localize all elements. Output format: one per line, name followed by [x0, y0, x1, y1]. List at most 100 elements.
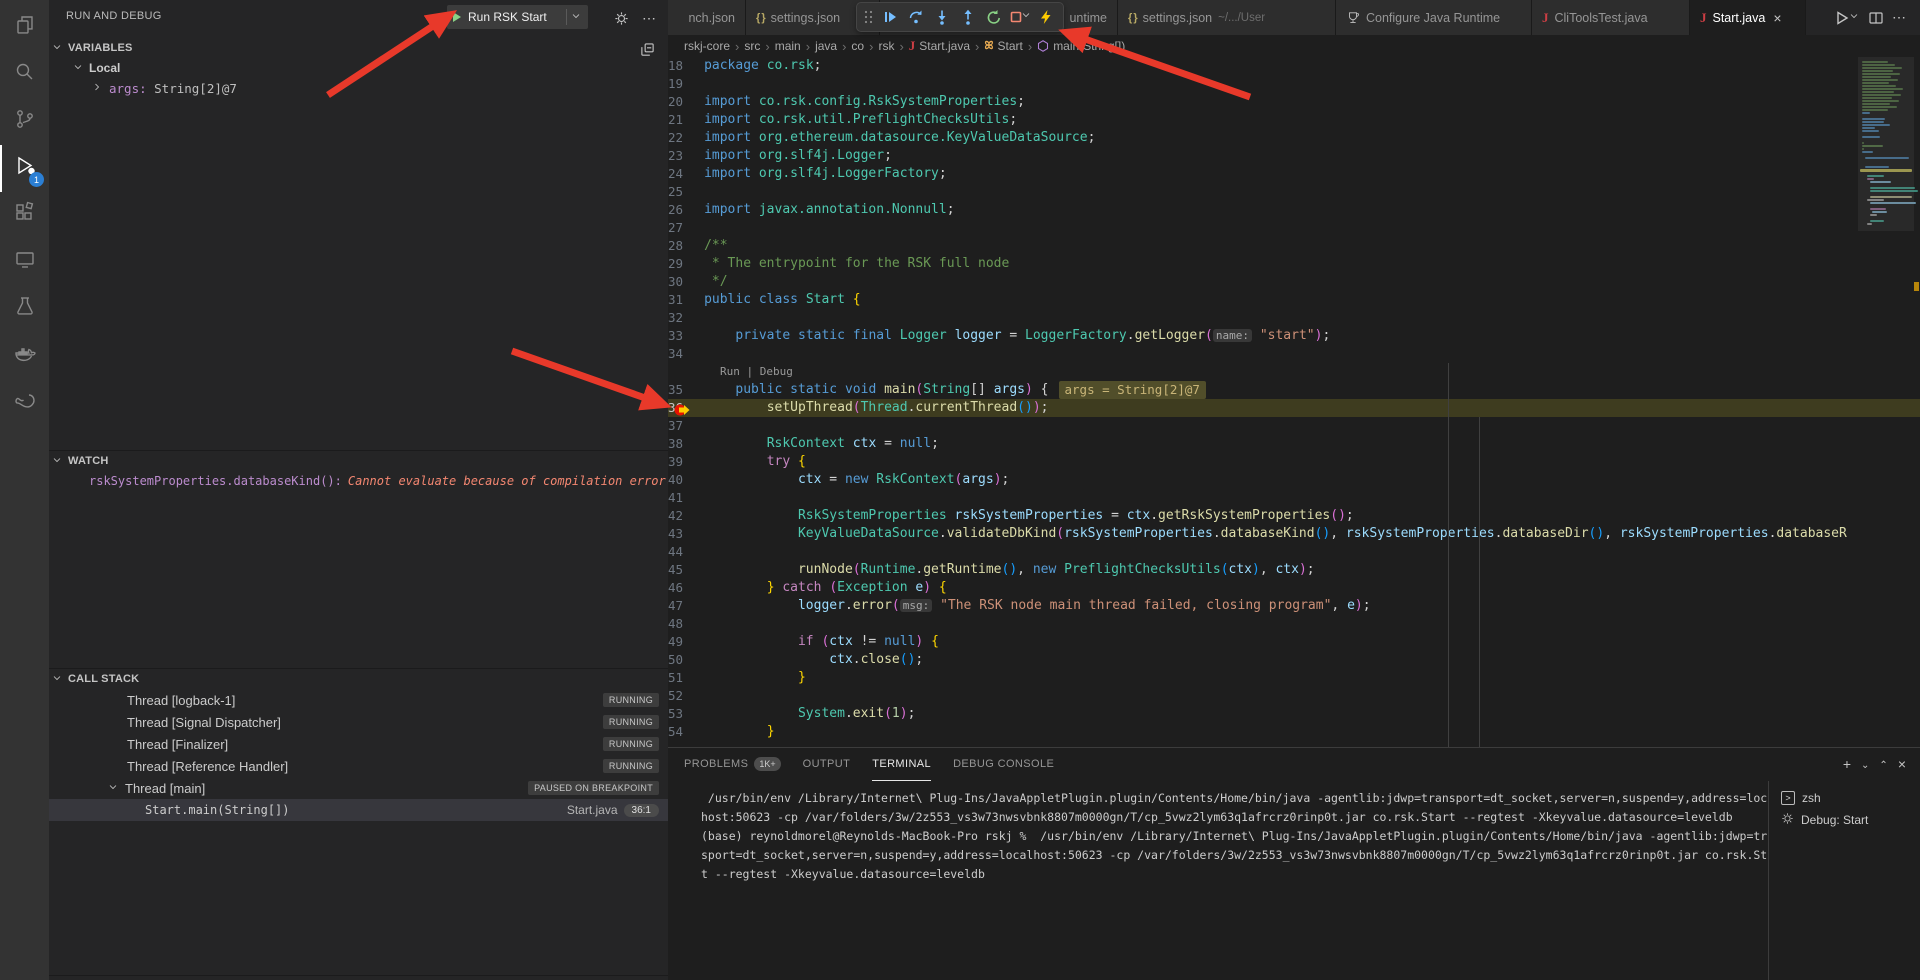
gutter[interactable]: 48	[668, 615, 683, 633]
activity-bar-extensions-icon[interactable]	[0, 192, 49, 239]
terminal-output[interactable]: /usr/bin/env /Library/Internet\ Plug-Ins…	[668, 781, 1768, 980]
close-icon[interactable]: ×	[1773, 11, 1781, 25]
call-stack-section-header[interactable]: CALL STACK	[49, 669, 668, 689]
gutter[interactable]: 26	[668, 201, 683, 219]
launch-configuration-dropdown[interactable]: Run RSK Start	[447, 5, 588, 29]
chevron-down-icon[interactable]	[1850, 9, 1860, 27]
tab-clitoolstest-java[interactable]: JCliToolsTest.java	[1532, 0, 1690, 35]
breadcrumb-item[interactable]: main(String[])	[1037, 39, 1125, 53]
gutter[interactable]: 45	[668, 561, 683, 579]
gutter[interactable]: 40	[668, 471, 683, 489]
activity-bar-gradle-icon[interactable]	[0, 380, 49, 427]
continue-icon[interactable]	[877, 4, 903, 30]
stop-icon[interactable]	[1007, 4, 1033, 30]
gutter[interactable]: 46	[668, 579, 683, 597]
variables-section-header[interactable]: VARIABLES	[49, 38, 668, 58]
panel-tab-output[interactable]: OUTPUT	[803, 748, 851, 781]
gutter[interactable]: 37	[668, 417, 683, 435]
gutter[interactable]: 50	[668, 651, 683, 669]
gutter[interactable]: 18	[668, 57, 683, 75]
activity-bar-run-debug-icon[interactable]: 1	[0, 145, 49, 192]
step-into-icon[interactable]	[929, 4, 955, 30]
gutter[interactable]: 44	[668, 543, 683, 561]
breadcrumb-item[interactable]: JStart.java	[909, 38, 970, 54]
more-actions-icon[interactable]: ⋯	[640, 9, 658, 27]
terminal-instance-debug-start[interactable]: Debug: Start	[1769, 809, 1920, 831]
call-stack-frame[interactable]: Start.main(String[]) Start.java36:1	[49, 799, 668, 821]
close-panel-icon[interactable]: ×	[1898, 754, 1906, 776]
restart-icon[interactable]	[981, 4, 1007, 30]
gutter[interactable]: 19	[668, 75, 683, 93]
breadcrumb-item[interactable]: ꕤStart	[984, 39, 1023, 53]
tab-start-java[interactable]: JStart.java×	[1690, 0, 1806, 35]
code-editor[interactable]: 18package co.rsk;1920import co.rsk.confi…	[668, 57, 1920, 747]
variables-scope-local[interactable]: Local	[49, 58, 668, 78]
gutter[interactable]: 34	[668, 345, 683, 363]
activity-bar-remote-explorer-icon[interactable]	[0, 239, 49, 286]
gutter[interactable]: 24	[668, 165, 683, 183]
gear-icon[interactable]	[612, 9, 630, 27]
breadcrumb-item[interactable]: co	[851, 39, 864, 53]
gutter[interactable]: 33	[668, 327, 683, 345]
gutter[interactable]: 54	[668, 723, 683, 741]
gutter[interactable]: 25	[668, 183, 683, 201]
gutter[interactable]: 28	[668, 237, 683, 255]
activity-bar-search-icon[interactable]	[0, 51, 49, 98]
panel-tab-debug-console[interactable]: DEBUG CONSOLE	[953, 748, 1054, 781]
breadcrumb-item[interactable]: java	[815, 39, 837, 53]
gutter[interactable]: 47	[668, 597, 683, 615]
panel-tab-problems[interactable]: PROBLEMS1K+	[684, 748, 781, 781]
activity-bar-source-control-icon[interactable]	[0, 98, 49, 145]
chevron-down-icon[interactable]	[1022, 8, 1032, 26]
gutter[interactable]: 49	[668, 633, 683, 651]
collapse-all-icon[interactable]	[638, 40, 656, 58]
drag-grip-icon[interactable]	[861, 4, 877, 30]
step-over-icon[interactable]	[903, 4, 929, 30]
hot-code-replace-icon[interactable]	[1033, 4, 1059, 30]
call-stack-thread[interactable]: Thread [logback-1]RUNNING	[49, 689, 668, 711]
breadcrumb-item[interactable]: main	[775, 39, 801, 53]
gutter[interactable]: 32	[668, 309, 683, 327]
split-editor-icon[interactable]	[1866, 8, 1886, 28]
run-file-icon[interactable]	[1832, 7, 1862, 29]
gutter[interactable]: 39	[668, 453, 683, 471]
watch-expression[interactable]: rskSystemProperties.databaseKind(): Cann…	[49, 471, 668, 491]
breadcrumb-item[interactable]: src	[744, 39, 760, 53]
gutter[interactable]: 23	[668, 147, 683, 165]
gutter[interactable]: 31	[668, 291, 683, 309]
gutter[interactable]: 38	[668, 435, 683, 453]
maximize-panel-icon[interactable]: ⌃	[1879, 754, 1887, 776]
gutter[interactable]: 42	[668, 507, 683, 525]
new-terminal-icon[interactable]: +	[1843, 754, 1851, 776]
chevron-down-icon[interactable]: ⌄	[1861, 754, 1869, 776]
gutter[interactable]: 20	[668, 93, 683, 111]
gutter[interactable]: 27	[668, 219, 683, 237]
breadcrumb-item[interactable]: rskj-core	[684, 39, 730, 53]
panel-tab-terminal[interactable]: TERMINAL	[872, 748, 931, 781]
codelens-run-debug[interactable]: Run | Debug	[689, 363, 793, 381]
call-stack-thread[interactable]: Thread [Finalizer]RUNNING	[49, 733, 668, 755]
activity-bar-docker-icon[interactable]	[0, 333, 49, 380]
gutter[interactable]: 41	[668, 489, 683, 507]
call-stack-thread[interactable]: Thread [Signal Dispatcher]RUNNING	[49, 711, 668, 733]
gutter[interactable]: 21	[668, 111, 683, 129]
call-stack-thread[interactable]: Thread [Reference Handler]RUNNING	[49, 755, 668, 777]
more-actions-icon[interactable]: ⋯	[1890, 7, 1908, 28]
tab-configure-java-runtime[interactable]: Configure Java Runtime	[1336, 0, 1532, 35]
call-stack-thread[interactable]: Thread [main]PAUSED ON BREAKPOINT	[49, 777, 668, 799]
gutter[interactable]: 43	[668, 525, 683, 543]
gutter[interactable]: 29	[668, 255, 683, 273]
tab-nch-json[interactable]: nch.json	[668, 0, 746, 35]
gutter[interactable]: 22	[668, 129, 683, 147]
variable-args[interactable]: args: String[2]@7	[49, 78, 668, 98]
watch-section-header[interactable]: WATCH	[49, 451, 668, 471]
gutter[interactable]: 36	[668, 399, 683, 417]
gutter[interactable]: 53	[668, 705, 683, 723]
gutter[interactable]: 51	[668, 669, 683, 687]
activity-bar-testing-icon[interactable]	[0, 286, 49, 333]
tab-settings-json[interactable]: { }settings.json~/.../User	[1118, 0, 1336, 35]
gutter[interactable]: 35	[668, 381, 683, 399]
step-out-icon[interactable]	[955, 4, 981, 30]
codelens-row[interactable]: Run | Debug	[668, 363, 1920, 381]
gutter[interactable]: 52	[668, 687, 683, 705]
